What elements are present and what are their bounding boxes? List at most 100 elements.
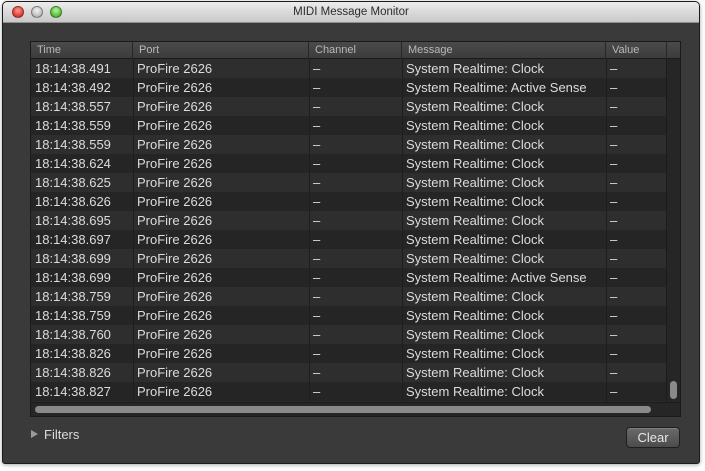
cell-channel: –: [313, 346, 321, 361]
table-row[interactable]: 18:14:38.492 ProFire 2626 – System Realtime…: [31, 78, 667, 97]
column-divider: [606, 59, 607, 402]
cell-value: –: [610, 308, 618, 323]
cell-port: ProFire 2626: [137, 213, 213, 228]
window-title: MIDI Message Monitor: [293, 6, 409, 18]
cell-channel: –: [313, 99, 321, 114]
cell-channel: –: [313, 156, 321, 171]
cell-port: ProFire 2626: [137, 175, 213, 190]
table-row[interactable]: 18:14:38.826 ProFire 2626 – System Realtime…: [31, 363, 667, 382]
cell-value: –: [610, 232, 618, 247]
cell-port: ProFire 2626: [137, 270, 213, 285]
column-header-value[interactable]: Value: [606, 42, 667, 59]
cell-time: 18:14:38.697: [35, 232, 111, 247]
vertical-scrollbar[interactable]: [666, 59, 680, 402]
horizontal-scrollbar[interactable]: [31, 402, 680, 416]
table-row[interactable]: 18:14:38.491 ProFire 2626 – System Realtime…: [31, 59, 667, 78]
table-row[interactable]: 18:14:38.624 ProFire 2626 – System Realtime…: [31, 154, 667, 173]
cell-time: 18:14:38.492: [35, 80, 111, 95]
cell-message: System Realtime: Clock: [406, 365, 544, 380]
table-row[interactable]: 18:14:38.826 ProFire 2626 – System Realtime…: [31, 344, 667, 363]
vertical-scroll-thumb[interactable]: [670, 381, 677, 399]
cell-message: System Realtime: Clock: [406, 175, 544, 190]
cell-value: –: [610, 137, 618, 152]
table-row[interactable]: 18:14:38.699 ProFire 2626 – System Realtime…: [31, 249, 667, 268]
cell-channel: –: [313, 80, 321, 95]
clear-button[interactable]: Clear: [626, 427, 680, 448]
cell-port: ProFire 2626: [137, 99, 213, 114]
cell-message: System Realtime: Active Sense: [406, 270, 587, 285]
table-row[interactable]: 18:14:38.697 ProFire 2626 – System Realtime…: [31, 230, 667, 249]
cell-value: –: [610, 175, 618, 190]
cell-message: System Realtime: Clock: [406, 99, 544, 114]
table-row[interactable]: 18:14:38.827 ProFire 2626 – System Realtime…: [31, 382, 667, 401]
cell-value: –: [610, 346, 618, 361]
cell-time: 18:14:38.699: [35, 270, 111, 285]
cell-port: ProFire 2626: [137, 346, 213, 361]
cell-channel: –: [313, 137, 321, 152]
disclosure-triangle-right-icon[interactable]: [31, 430, 38, 438]
cell-channel: –: [313, 327, 321, 342]
column-header-channel[interactable]: Channel: [309, 42, 402, 59]
table-row[interactable]: 18:14:38.759 ProFire 2626 – System Realtime…: [31, 306, 667, 325]
title-bar[interactable]: MIDI Message Monitor: [3, 2, 699, 23]
table-row[interactable]: 18:14:38.557 ProFire 2626 – System Realtime…: [31, 97, 667, 116]
cell-value: –: [610, 99, 618, 114]
table-row[interactable]: 18:14:38.695 ProFire 2626 – System Realtime…: [31, 211, 667, 230]
table-row[interactable]: 18:14:38.699 ProFire 2626 – System Realtime…: [31, 268, 667, 287]
cell-port: ProFire 2626: [137, 384, 213, 399]
cell-port: ProFire 2626: [137, 232, 213, 247]
filters-label[interactable]: Filters: [44, 427, 79, 442]
cell-message: System Realtime: Clock: [406, 137, 544, 152]
table-header: Time Port Channel Message Value: [31, 42, 680, 59]
cell-channel: –: [313, 213, 321, 228]
table-row[interactable]: 18:14:38.759 ProFire 2626 – System Realtime…: [31, 287, 667, 306]
column-header-port[interactable]: Port: [133, 42, 309, 59]
cell-message: System Realtime: Clock: [406, 308, 544, 323]
cell-port: ProFire 2626: [137, 194, 213, 209]
cell-time: 18:14:38.695: [35, 213, 111, 228]
cell-channel: –: [313, 308, 321, 323]
cell-time: 18:14:38.624: [35, 156, 111, 171]
message-table: Time Port Channel Message Value 18:14:38…: [30, 41, 681, 417]
filters-disclosure[interactable]: Filters: [31, 426, 79, 442]
table-row[interactable]: 18:14:38.626 ProFire 2626 – System Realtime…: [31, 192, 667, 211]
cell-message: System Realtime: Clock: [406, 156, 544, 171]
cell-channel: –: [313, 232, 321, 247]
horizontal-scroll-thumb[interactable]: [35, 406, 651, 413]
cell-message: System Realtime: Active Sense: [406, 80, 587, 95]
cell-port: ProFire 2626: [137, 156, 213, 171]
cell-channel: –: [313, 251, 321, 266]
cell-value: –: [610, 61, 618, 76]
cell-port: ProFire 2626: [137, 118, 213, 133]
cell-value: –: [610, 80, 618, 95]
cell-time: 18:14:38.626: [35, 194, 111, 209]
cell-time: 18:14:38.826: [35, 365, 111, 380]
cell-message: System Realtime: Clock: [406, 346, 544, 361]
table-row[interactable]: 18:14:38.625 ProFire 2626 – System Realtime…: [31, 173, 667, 192]
cell-time: 18:14:38.826: [35, 346, 111, 361]
cell-value: –: [610, 327, 618, 342]
cell-value: –: [610, 289, 618, 304]
cell-time: 18:14:38.559: [35, 137, 111, 152]
cell-message: System Realtime: Clock: [406, 384, 544, 399]
cell-time: 18:14:38.759: [35, 308, 111, 323]
table-row[interactable]: 18:14:38.760 ProFire 2626 – System Realtime…: [31, 325, 667, 344]
cell-message: System Realtime: Clock: [406, 232, 544, 247]
cell-channel: –: [313, 61, 321, 76]
cell-time: 18:14:38.759: [35, 289, 111, 304]
column-header-message[interactable]: Message: [402, 42, 606, 59]
cell-message: System Realtime: Clock: [406, 251, 544, 266]
cell-value: –: [610, 365, 618, 380]
cell-value: –: [610, 213, 618, 228]
table-row[interactable]: 18:14:38.559 ProFire 2626 – System Realtime…: [31, 135, 667, 154]
cell-time: 18:14:38.559: [35, 118, 111, 133]
column-header-time[interactable]: Time: [31, 42, 133, 59]
cell-time: 18:14:38.625: [35, 175, 111, 190]
cell-time: 18:14:38.491: [35, 61, 111, 76]
cell-message: System Realtime: Clock: [406, 194, 544, 209]
cell-port: ProFire 2626: [137, 137, 213, 152]
midi-monitor-window: MIDI Message Monitor Time Port Channel M…: [2, 1, 700, 464]
table-row[interactable]: 18:14:38.559 ProFire 2626 – System Realtime…: [31, 116, 667, 135]
column-divider: [133, 59, 134, 402]
cell-time: 18:14:38.699: [35, 251, 111, 266]
